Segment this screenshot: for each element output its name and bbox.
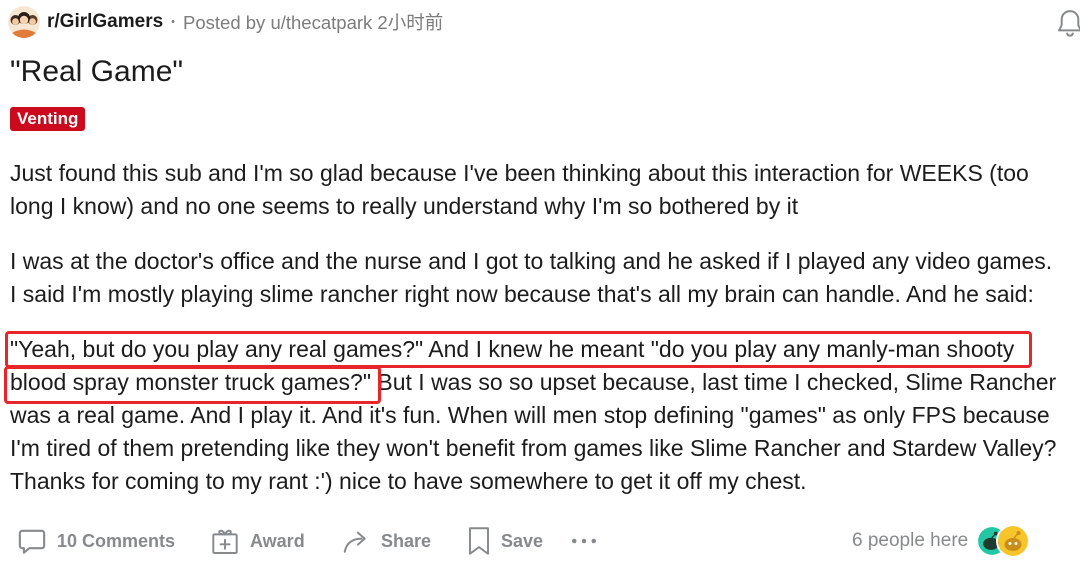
comments-button[interactable]: 10 Comments xyxy=(16,524,175,558)
user-avatar xyxy=(998,526,1029,556)
award-button[interactable]: Award xyxy=(209,524,305,558)
body-paragraph: "Yeah, but do you play any real games?" … xyxy=(10,333,1056,498)
post-body-line: Thanks for coming to my rant :') nice to… xyxy=(10,468,807,494)
save-label: Save xyxy=(501,530,544,551)
post-body-line: long I know) and no one seems to really … xyxy=(10,193,799,219)
subreddit-link[interactable]: r/GirlGamers xyxy=(47,11,163,33)
comments-label: 10 Comments xyxy=(57,530,176,551)
comment-icon xyxy=(16,525,48,557)
post-meta: Posted by u/thecatpark 2小时前 xyxy=(183,9,443,35)
post-body-line: I'm tired of them pretending like they w… xyxy=(10,435,1057,461)
author-link[interactable]: u/thecatpark xyxy=(270,12,372,33)
post-body-line: Just found this sub and I'm so glad beca… xyxy=(10,160,1029,186)
share-button[interactable]: Share xyxy=(340,524,431,558)
gift-icon xyxy=(209,525,241,557)
body-paragraph: I was at the doctor's office and the nur… xyxy=(10,245,1056,311)
body-paragraph: Just found this sub and I'm so glad beca… xyxy=(10,157,1056,223)
post-body-line: I was at the doctor's office and the nur… xyxy=(10,248,1053,274)
avatar-stack xyxy=(978,526,1029,556)
post-title: "Real Game" xyxy=(10,55,184,88)
post-flair[interactable]: Venting xyxy=(10,107,86,131)
post-body-line: I said I'm mostly playing slime rancher … xyxy=(10,281,1034,307)
share-label: Share xyxy=(381,530,432,551)
bell-icon[interactable] xyxy=(1054,7,1080,39)
bookmark-icon xyxy=(463,525,495,557)
more-options-button[interactable] xyxy=(568,524,600,558)
online-presence: 6 people here xyxy=(852,524,1029,558)
subreddit-avatar[interactable] xyxy=(8,6,40,38)
post-body-line: "Yeah, but do you play any real games?" … xyxy=(10,336,1015,362)
post-body-line: blood spray monster truck games?" But I … xyxy=(10,369,1057,395)
post-header: r/GirlGamers • Posted by u/thecatpark 2小… xyxy=(8,5,443,39)
more-options-icon xyxy=(568,525,600,557)
award-label: Award xyxy=(250,530,305,551)
share-icon xyxy=(340,525,372,557)
separator-dot: • xyxy=(171,16,176,28)
save-button[interactable]: Save xyxy=(463,524,543,558)
posted-by-label: Posted by xyxy=(183,12,266,33)
post-timestamp[interactable]: 2小时前 xyxy=(377,12,443,33)
people-here-label: 6 people here xyxy=(852,530,969,551)
post-body: Just found this sub and I'm so glad beca… xyxy=(10,157,1056,520)
post-body-line: was a real game. And I play it. And it's… xyxy=(10,402,1050,428)
